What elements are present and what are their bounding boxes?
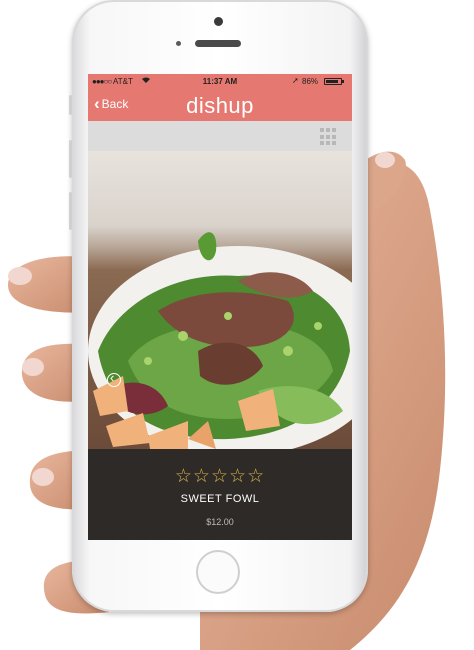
salad-image	[88, 232, 352, 449]
dish-name: SWEET FOWL	[180, 493, 260, 505]
home-button[interactable]	[196, 550, 240, 594]
grid-view-icon[interactable]	[320, 128, 338, 146]
battery-icon	[324, 78, 344, 85]
status-bar: ●●●○○ AT&T 11:37 AM ➚ 86%	[88, 74, 352, 90]
front-camera	[214, 17, 223, 26]
rating-stars[interactable]: ☆☆☆☆☆	[88, 465, 352, 488]
battery-percent: 86%	[302, 77, 319, 86]
carousel-prev-icon[interactable]	[107, 370, 121, 387]
star-icon[interactable]: ☆	[229, 466, 247, 487]
star-icon[interactable]: ☆	[175, 466, 193, 487]
location-arrow-icon: ➚	[292, 76, 299, 85]
dish-price: $12.00	[206, 517, 234, 527]
volume-down-button	[69, 192, 72, 230]
nav-bar: ‹ Back dishup	[88, 90, 352, 121]
proximity-sensor	[176, 41, 181, 46]
earpiece-speaker	[195, 40, 241, 47]
volume-up-button	[69, 140, 72, 178]
app-logo: dishup	[186, 93, 254, 118]
star-icon[interactable]: ☆	[211, 466, 229, 487]
toolbar	[88, 121, 352, 151]
star-icon[interactable]: ☆	[193, 466, 211, 487]
phone-screen: ●●●○○ AT&T 11:37 AM ➚ 86% ‹ Back dishup	[88, 74, 352, 540]
dish-info-panel: ☆☆☆☆☆ SWEET FOWL $12.00	[88, 449, 352, 540]
dish-photo	[88, 151, 352, 449]
star-icon[interactable]: ☆	[247, 466, 265, 487]
mute-switch	[69, 95, 72, 115]
